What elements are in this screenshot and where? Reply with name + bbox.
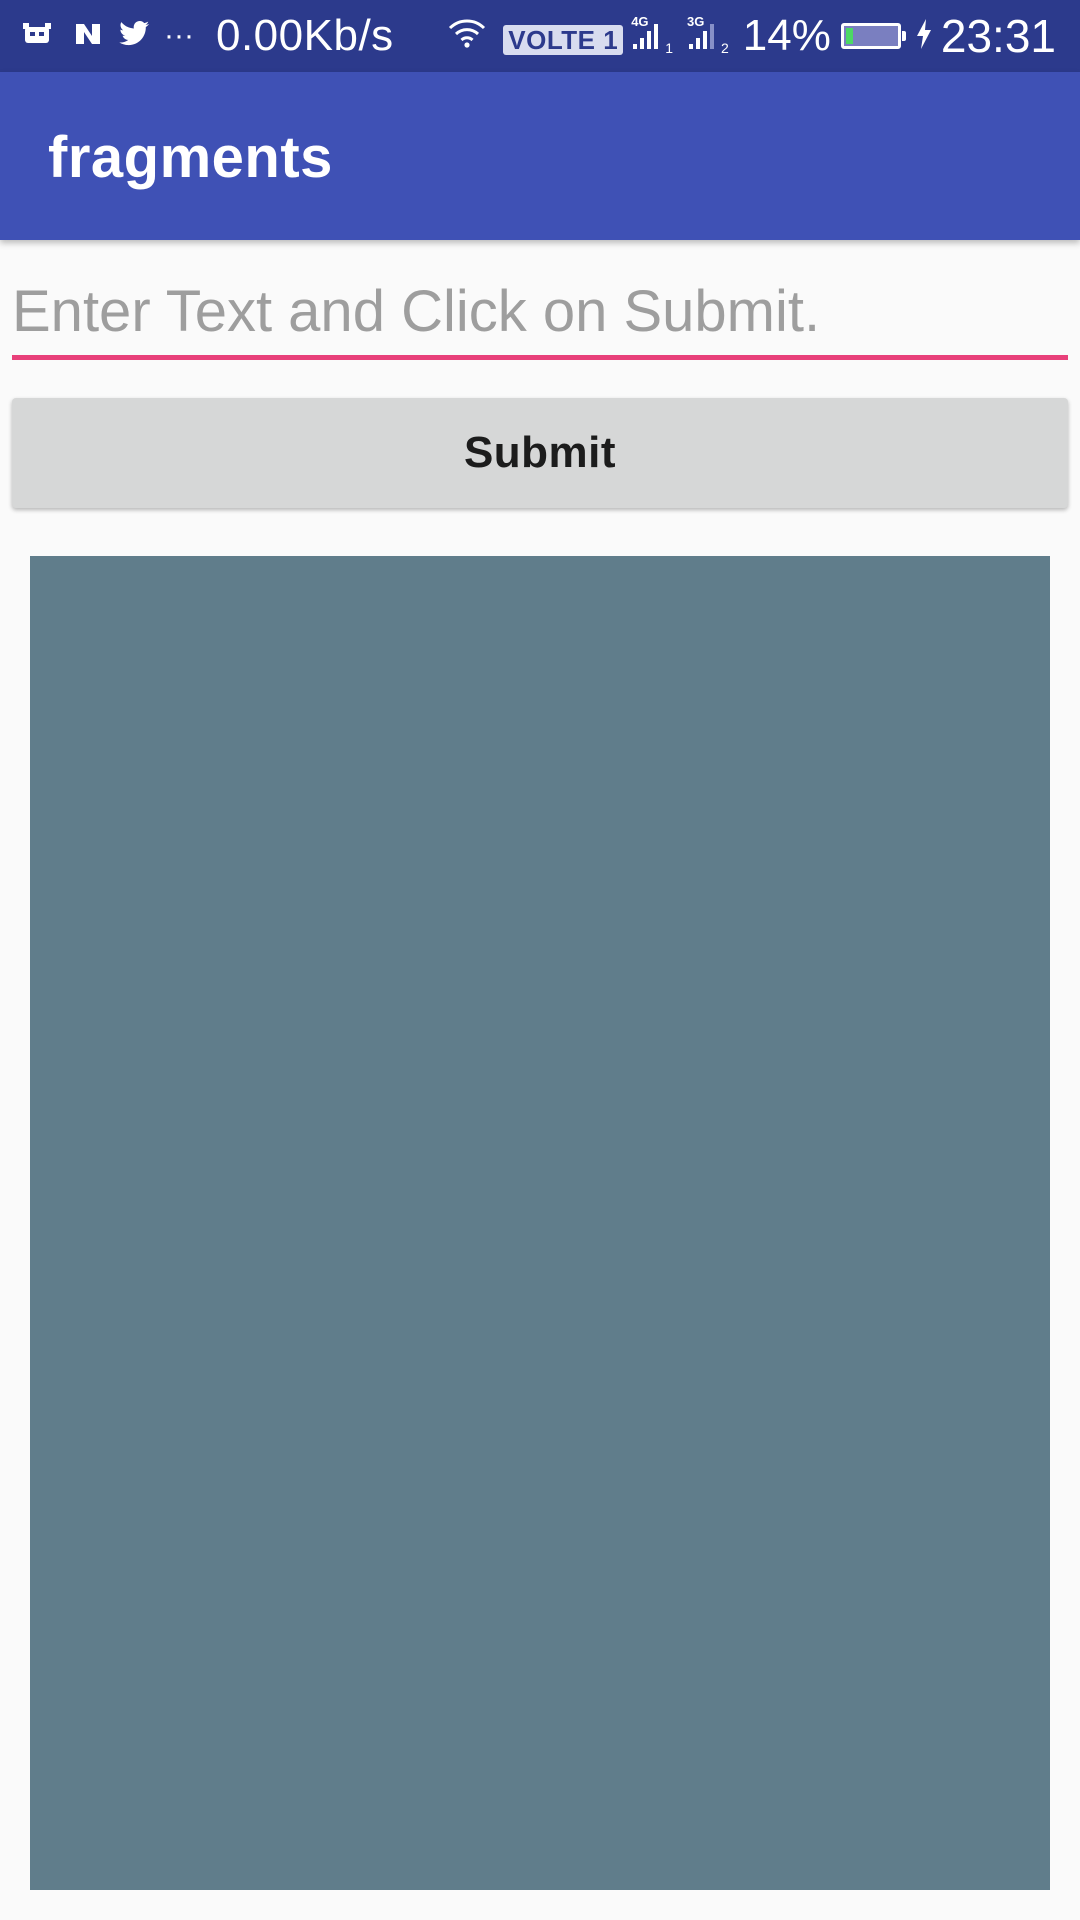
text-input[interactable] <box>12 268 1068 360</box>
battery-terminal <box>901 31 906 41</box>
status-bar-right: VOLTE 1 4G 1 3G 2 14% 23:31 <box>447 0 1056 72</box>
battery-level-fill <box>845 28 853 44</box>
sim1-index: 1 <box>665 40 673 56</box>
n-logo-icon <box>74 20 102 53</box>
sim2-network-type: 3G <box>687 14 705 29</box>
fragment-container <box>30 556 1050 1890</box>
submit-button[interactable]: Submit <box>12 398 1068 508</box>
status-bar-left: ··· 0.00Kb/s <box>22 0 394 72</box>
sim2-index: 2 <box>721 40 729 56</box>
sim2-signal: 3G 2 <box>687 14 729 56</box>
bot-notification-icon <box>22 19 52 54</box>
battery-icon <box>840 23 906 49</box>
volte-badge: VOLTE 1 <box>503 25 624 55</box>
status-bar: ··· 0.00Kb/s VOLTE 1 4G 1 3G 2 14% 23:31 <box>0 0 1080 72</box>
app-bar: fragments <box>0 72 1080 240</box>
more-notifications-indicator: ··· <box>164 19 194 52</box>
wifi-icon <box>447 18 487 55</box>
sim1-signal: 4G 1 <box>631 14 673 56</box>
battery-percent: 14% <box>742 11 831 60</box>
app-title: fragments <box>48 125 333 190</box>
charging-bolt-icon <box>915 18 933 55</box>
twitter-bird-icon <box>118 20 150 53</box>
network-speed: 0.00Kb/s <box>215 11 394 60</box>
sim1-network-type: 4G <box>631 14 649 29</box>
clock: 23:31 <box>940 10 1056 62</box>
